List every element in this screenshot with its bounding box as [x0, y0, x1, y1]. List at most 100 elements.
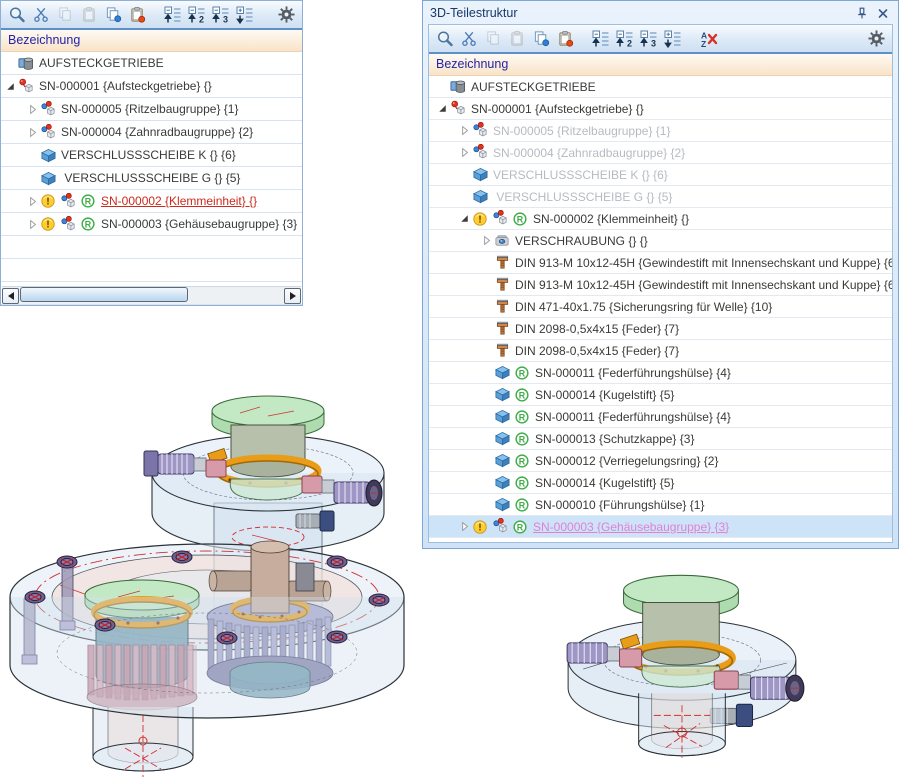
h-scrollbar[interactable]: [2, 286, 301, 304]
expand-level-3-button[interactable]: 3: [209, 3, 233, 27]
scrollbar-track[interactable]: [19, 287, 284, 304]
tree-row[interactable]: RSN-000014 {Kugelstift} {5}: [429, 384, 892, 406]
tree-row[interactable]: RSN-000012 {Verriegelungsring} {2}: [429, 450, 892, 472]
expand-expander-icon[interactable]: [25, 102, 39, 116]
copy-active-part-button[interactable]: [101, 3, 125, 27]
paste-active-part-button[interactable]: [125, 3, 149, 27]
tree-row[interactable]: RSN-000011 {Federführungshülse} {4}: [429, 362, 892, 384]
collapse-all-button[interactable]: [589, 27, 613, 51]
column-header[interactable]: Bezeichnung: [1, 30, 302, 52]
tree-row[interactable]: VERSCHLUSSSCHEIBE G {} {5}: [429, 186, 892, 208]
collapse-expander-icon[interactable]: [3, 79, 17, 93]
scroll-right-button[interactable]: [284, 288, 301, 304]
copy-active-part-button[interactable]: [529, 27, 553, 51]
expand-expander-icon[interactable]: [457, 146, 471, 160]
tree-row[interactable]: SN-000004 {Zahnradbaugruppe} {2}: [429, 142, 892, 164]
close-icon[interactable]: [875, 5, 891, 21]
expand-expander-icon[interactable]: [25, 125, 39, 139]
registered-icon: R: [511, 210, 529, 228]
tree-row[interactable]: RSN-000010 {Führungshülse} {1}: [429, 494, 892, 516]
svg-text:R: R: [519, 478, 526, 488]
search-button[interactable]: [433, 27, 457, 51]
collapse-expander-icon[interactable]: [435, 102, 449, 116]
small-screw[interactable]: [296, 511, 334, 531]
tree-row[interactable]: VERSCHLUSSSCHEIBE K {} {6}: [1, 144, 302, 167]
tree-row[interactable]: RSN-000014 {Kugelstift} {5}: [429, 472, 892, 494]
expander-spacer: [479, 388, 493, 402]
pin-red-icon: [449, 100, 467, 118]
expander-spacer: [479, 498, 493, 512]
settings-button[interactable]: [864, 27, 888, 51]
box-blue-icon: [493, 452, 511, 470]
tree-row[interactable]: RSN-000011 {Federführungshülse} {4}: [429, 406, 892, 428]
right-arrow-icon: [290, 292, 296, 300]
paste-active-part-button[interactable]: [553, 27, 577, 51]
klemmeinheit-part[interactable]: [567, 575, 804, 757]
aufsteckgetriebe-3d-view[interactable]: [0, 385, 450, 783]
scroll-left-button[interactable]: [2, 288, 19, 304]
collapse-all-button[interactable]: [161, 3, 185, 27]
tree-row[interactable]: !RSN-000002 {Klemmeinheit} {}: [1, 190, 302, 213]
tree-row[interactable]: SN-000005 {Ritzelbaugruppe} {1}: [429, 120, 892, 142]
pin-button[interactable]: [854, 5, 870, 21]
panel-titlebar[interactable]: 3D-Teilestruktur: [423, 1, 898, 24]
pin-bluered-icon: [491, 210, 509, 228]
box-blue-icon: [471, 166, 489, 184]
tree-row-label: SN-000002 {Klemmeinheit} {}: [101, 194, 257, 208]
tree-row[interactable]: DIN 2098-0,5x4x15 {Feder} {7}: [429, 340, 892, 362]
tree-row[interactable]: !RSN-000003 {Gehäusebaugruppe} {3}: [429, 516, 892, 538]
registered-icon: R: [513, 496, 531, 514]
expand-expander-icon[interactable]: [457, 124, 471, 138]
guide-cylinder[interactable]: [639, 693, 726, 757]
column-header-label: Bezeichnung: [436, 57, 508, 71]
tree-row-label: SN-000012 {Verriegelungsring} {2}: [535, 454, 718, 468]
scrollbar-thumb[interactable]: [20, 287, 188, 302]
tree-row[interactable]: SN-000005 {Ritzelbaugruppe} {1}: [1, 98, 302, 121]
tree-row[interactable]: RSN-000013 {Schutzkappe} {3}: [429, 428, 892, 450]
column-header[interactable]: Bezeichnung: [429, 54, 892, 76]
expander-spacer: [25, 148, 39, 162]
expand-level-3-button[interactable]: 3: [637, 27, 661, 51]
svg-text:R: R: [517, 522, 524, 532]
tree-row-label: DIN 2098-0,5x4x15 {Feder} {7}: [515, 322, 679, 336]
remove-sort-button[interactable]: AZ: [697, 27, 721, 51]
bell-sleeve[interactable]: [642, 666, 720, 687]
expander-spacer: [479, 256, 493, 270]
tree-row[interactable]: AUFSTECKGETRIEBE: [429, 76, 892, 98]
expand-all-button[interactable]: [233, 3, 257, 27]
tree-row[interactable]: !RSN-000002 {Klemmeinheit} {}: [429, 208, 892, 230]
search-button[interactable]: [5, 3, 29, 27]
tree-row[interactable]: DIN 2098-0,5x4x15 {Feder} {7}: [429, 318, 892, 340]
registered-icon: R: [79, 215, 97, 233]
expand-expander-icon[interactable]: [457, 520, 471, 534]
box-blue-icon: [39, 169, 57, 187]
collapse-expander-icon[interactable]: [457, 212, 471, 226]
tree-row[interactable]: SN-000001 {Aufsteckgetriebe} {}: [1, 75, 302, 98]
tree-row-label: DIN 913-M 10x12-45H {Gewindestift mit In…: [515, 256, 892, 270]
expand-expander-icon[interactable]: [25, 194, 39, 208]
cut-button[interactable]: [457, 27, 481, 51]
tree-row[interactable]: SN-000001 {Aufsteckgetriebe} {}: [429, 98, 892, 120]
settings-button[interactable]: [274, 3, 298, 27]
expand-all-button[interactable]: [661, 27, 685, 51]
tree-row[interactable]: VERSCHLUSSSCHEIBE K {} {6}: [429, 164, 892, 186]
tree-row[interactable]: AUFSTECKGETRIEBE: [1, 52, 302, 75]
tree-row[interactable]: VERSCHRAUBUNG {} {}: [429, 230, 892, 252]
tree-row[interactable]: DIN 913-M 10x12-45H {Gewindestift mit In…: [429, 252, 892, 274]
expand-level-2-button[interactable]: 2: [185, 3, 209, 27]
tree-row[interactable]: VERSCHLUSSSCHEIBE G {} {5}: [1, 167, 302, 190]
svg-text:2: 2: [627, 38, 632, 48]
tree-row[interactable]: !RSN-000003 {Gehäusebaugruppe} {3}: [1, 213, 302, 236]
klemmeinheit-3d-view[interactable]: [553, 564, 815, 766]
expand-level-2-button[interactable]: 2: [613, 27, 637, 51]
expand-expander-icon[interactable]: [25, 217, 39, 231]
tree-row[interactable]: DIN 913-M 10x12-45H {Gewindestift mit In…: [429, 274, 892, 296]
bell-sleeve[interactable]: [230, 479, 306, 500]
tree-row[interactable]: SN-000004 {Zahnradbaugruppe} {2}: [1, 121, 302, 144]
svg-text:R: R: [519, 434, 526, 444]
warning-icon: !: [471, 210, 489, 228]
gehaeuse-base-3d[interactable]: [10, 541, 404, 777]
cut-button[interactable]: [29, 3, 53, 27]
expand-expander-icon[interactable]: [479, 234, 493, 248]
tree-row[interactable]: DIN 471-40x1.75 {Sicherungsring für Well…: [429, 296, 892, 318]
